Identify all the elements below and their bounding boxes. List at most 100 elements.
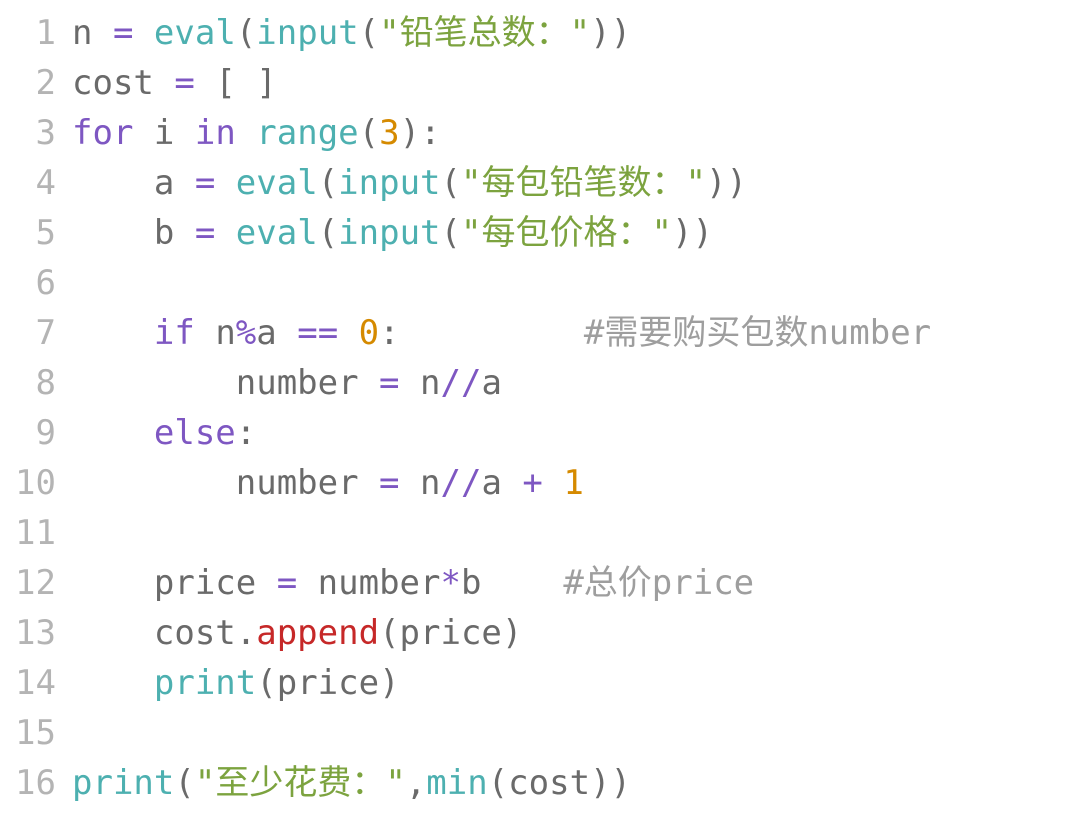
- line-number: 2: [0, 58, 72, 108]
- line-number: 9: [0, 408, 72, 458]
- code-token: )): [672, 213, 713, 253]
- code-token: =: [379, 463, 399, 503]
- code-token: n: [400, 463, 441, 503]
- code-token: number: [72, 463, 379, 503]
- code-token: [543, 463, 563, 503]
- code-token: a: [481, 463, 522, 503]
- code-token: +: [522, 463, 542, 503]
- code-line: 15: [0, 708, 1080, 758]
- code-token: [72, 663, 154, 703]
- line-number: 10: [0, 458, 72, 508]
- code-token: a: [72, 163, 195, 203]
- code-token: b: [461, 563, 563, 603]
- code-content: print("至少花费：",min(cost)): [72, 758, 1080, 808]
- code-token: (: [441, 163, 461, 203]
- code-token: "每包价格：": [461, 213, 672, 253]
- code-token: %: [236, 313, 256, 353]
- code-token: ):: [400, 113, 441, 153]
- code-token: n: [72, 13, 113, 53]
- code-content: b = eval(input("每包价格：")): [72, 208, 1080, 258]
- code-content: for i in range(3):: [72, 108, 1080, 158]
- code-token: //: [440, 363, 481, 403]
- line-number: 12: [0, 558, 72, 608]
- code-token: number: [297, 563, 440, 603]
- code-content: a = eval(input("每包铅笔数：")): [72, 158, 1080, 208]
- code-token: print: [72, 763, 174, 803]
- code-line: 7 if n%a == 0: #需要购买包数number: [0, 308, 1080, 358]
- code-token: )): [706, 163, 747, 203]
- code-line: 1n = eval(input("铅笔总数：")): [0, 8, 1080, 58]
- code-token: (: [236, 13, 256, 53]
- code-token: input: [338, 213, 440, 253]
- line-number: 15: [0, 708, 72, 758]
- code-token: )): [590, 13, 631, 53]
- line-number: 1: [0, 8, 72, 58]
- code-line: 5 b = eval(input("每包价格：")): [0, 208, 1080, 258]
- code-token: a: [481, 363, 501, 403]
- code-token: cost.: [72, 613, 256, 653]
- code-token: [236, 113, 256, 153]
- code-token: =: [277, 563, 297, 603]
- code-token: else: [154, 413, 236, 453]
- code-token: print: [154, 663, 256, 703]
- code-content: print(price): [72, 658, 1080, 708]
- code-token: //: [440, 463, 481, 503]
- code-token: a: [256, 313, 297, 353]
- code-content: price = number*b #总价price: [72, 558, 1080, 608]
- code-line: 9 else:: [0, 408, 1080, 458]
- code-token: ,: [406, 763, 426, 803]
- line-number: 6: [0, 258, 72, 308]
- code-content: number = n//a: [72, 358, 1080, 408]
- code-token: [133, 13, 153, 53]
- code-content: n = eval(input("铅笔总数：")): [72, 8, 1080, 58]
- code-token: [215, 163, 235, 203]
- code-token: 3: [379, 113, 399, 153]
- code-token: :: [379, 313, 584, 353]
- code-token: 1: [563, 463, 583, 503]
- code-token: (price): [379, 613, 522, 653]
- code-token: [215, 213, 235, 253]
- code-token: (cost)): [488, 763, 631, 803]
- code-token: append: [256, 613, 379, 653]
- code-line: 3for i in range(3):: [0, 108, 1080, 158]
- code-token: price: [72, 563, 277, 603]
- code-line: 14 print(price): [0, 658, 1080, 708]
- code-token: n: [400, 363, 441, 403]
- code-token: ==: [297, 313, 338, 353]
- code-line: 4 a = eval(input("每包铅笔数：")): [0, 158, 1080, 208]
- code-token: "铅笔总数：": [379, 13, 590, 53]
- code-token: min: [426, 763, 487, 803]
- code-token: b: [72, 213, 195, 253]
- code-token: *: [440, 563, 460, 603]
- code-token: =: [174, 63, 194, 103]
- code-token: number: [72, 363, 379, 403]
- code-line: 2cost = [ ]: [0, 58, 1080, 108]
- code-token: range: [256, 113, 358, 153]
- code-token: =: [195, 213, 215, 253]
- line-number: 14: [0, 658, 72, 708]
- code-token: (price): [256, 663, 399, 703]
- code-token: (: [318, 163, 338, 203]
- code-token: (: [174, 763, 194, 803]
- code-token: =: [379, 363, 399, 403]
- code-content: if n%a == 0: #需要购买包数number: [72, 308, 1080, 358]
- code-token: in: [195, 113, 236, 153]
- line-number: 4: [0, 158, 72, 208]
- code-token: cost: [72, 63, 174, 103]
- code-token: i: [133, 113, 194, 153]
- code-token: "每包铅笔数：": [461, 163, 706, 203]
- code-token: #需要购买包数number: [584, 313, 931, 353]
- code-token: [72, 313, 154, 353]
- code-line: 13 cost.append(price): [0, 608, 1080, 658]
- line-number: 11: [0, 508, 72, 558]
- code-line: 12 price = number*b #总价price: [0, 558, 1080, 608]
- line-number: 8: [0, 358, 72, 408]
- code-token: =: [195, 163, 215, 203]
- code-line: 16print("至少花费：",min(cost)): [0, 758, 1080, 808]
- code-content: cost.append(price): [72, 608, 1080, 658]
- line-number: 7: [0, 308, 72, 358]
- code-token: [338, 313, 358, 353]
- code-token: eval: [236, 213, 318, 253]
- code-content: number = n//a + 1: [72, 458, 1080, 508]
- code-line: 8 number = n//a: [0, 358, 1080, 408]
